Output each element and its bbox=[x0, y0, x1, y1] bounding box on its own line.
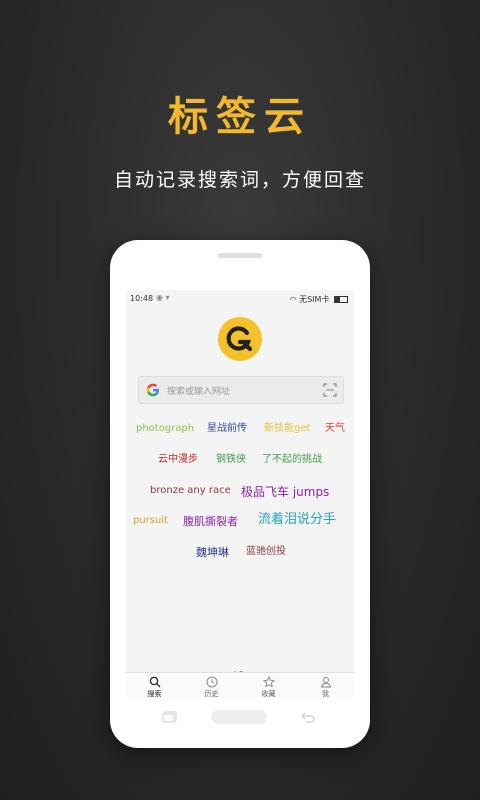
status-time: 10:48 bbox=[130, 294, 154, 303]
tab-profile[interactable]: 我 bbox=[297, 673, 354, 698]
tab-label: 收藏 bbox=[261, 690, 276, 698]
notification-icons: ◉ ▾ bbox=[156, 293, 170, 302]
promo-subtitle: 自动记录搜索词，方便回查 bbox=[113, 169, 366, 191]
search-icon bbox=[149, 676, 160, 688]
tab-label: 我 bbox=[322, 690, 329, 698]
phone-earpiece bbox=[217, 253, 263, 258]
tab-label: 搜索 bbox=[147, 690, 162, 698]
clock-icon bbox=[206, 676, 217, 688]
search-tag[interactable]: bronze any race bbox=[150, 486, 231, 496]
google-icon bbox=[146, 383, 159, 397]
search-tag[interactable]: 钢铁侠 bbox=[216, 455, 246, 465]
tab-favorites[interactable]: 收藏 bbox=[240, 673, 297, 698]
app-screen: 10:48 ◉ ▾ ◠ 无SIM卡 搜索或输入网址 photograph 星战前… bbox=[126, 290, 354, 698]
recent-apps-icon[interactable] bbox=[162, 711, 178, 723]
search-tag[interactable]: photograph bbox=[136, 424, 194, 434]
tab-search[interactable]: 搜索 bbox=[126, 673, 183, 698]
bottom-tab-bar: 搜索 历史 收藏 我 bbox=[126, 672, 354, 698]
tab-label: 历史 bbox=[204, 690, 219, 698]
search-tag[interactable]: 星战前传 bbox=[207, 424, 247, 434]
user-icon bbox=[320, 677, 331, 688]
star-icon bbox=[262, 676, 275, 688]
search-tag[interactable]: 云中漫步 bbox=[158, 455, 198, 465]
battery-icon bbox=[334, 296, 348, 303]
search-tag[interactable]: 天气 bbox=[325, 424, 345, 434]
search-tag[interactable]: 流着泪说分手 bbox=[258, 513, 336, 526]
search-tag[interactable]: pursuit bbox=[133, 516, 168, 526]
phone-frame: 10:48 ◉ ▾ ◠ 无SIM卡 搜索或输入网址 photograph 星战前… bbox=[110, 240, 370, 748]
status-bar: 10:48 ◉ ▾ ◠ 无SIM卡 bbox=[126, 290, 354, 306]
back-icon[interactable] bbox=[300, 711, 316, 723]
scan-icon[interactable] bbox=[323, 383, 337, 397]
tab-history[interactable]: 历史 bbox=[183, 673, 240, 698]
wifi-icon: ◠ bbox=[289, 295, 297, 304]
search-tag[interactable]: 魏坤琳 bbox=[196, 547, 229, 558]
search-bar[interactable]: 搜索或输入网址 bbox=[138, 376, 344, 404]
promo-title: 标签云 bbox=[168, 94, 312, 140]
carrier-label: 无SIM卡 bbox=[299, 295, 330, 304]
search-input[interactable]: 搜索或输入网址 bbox=[167, 384, 230, 397]
search-tag[interactable]: 了不起的挑战 bbox=[262, 455, 322, 465]
search-tag[interactable]: 极品飞车 jumps bbox=[241, 486, 329, 498]
search-tag[interactable]: 腹肌撕裂者 bbox=[183, 516, 238, 527]
phone-nav-bar bbox=[110, 702, 370, 732]
search-tag[interactable]: 蓝驰创投 bbox=[246, 547, 286, 557]
status-right: ◠ 无SIM卡 bbox=[290, 294, 348, 305]
home-button[interactable] bbox=[211, 710, 267, 724]
app-logo-icon bbox=[218, 317, 262, 361]
search-tag[interactable]: 新技能get bbox=[264, 424, 310, 434]
